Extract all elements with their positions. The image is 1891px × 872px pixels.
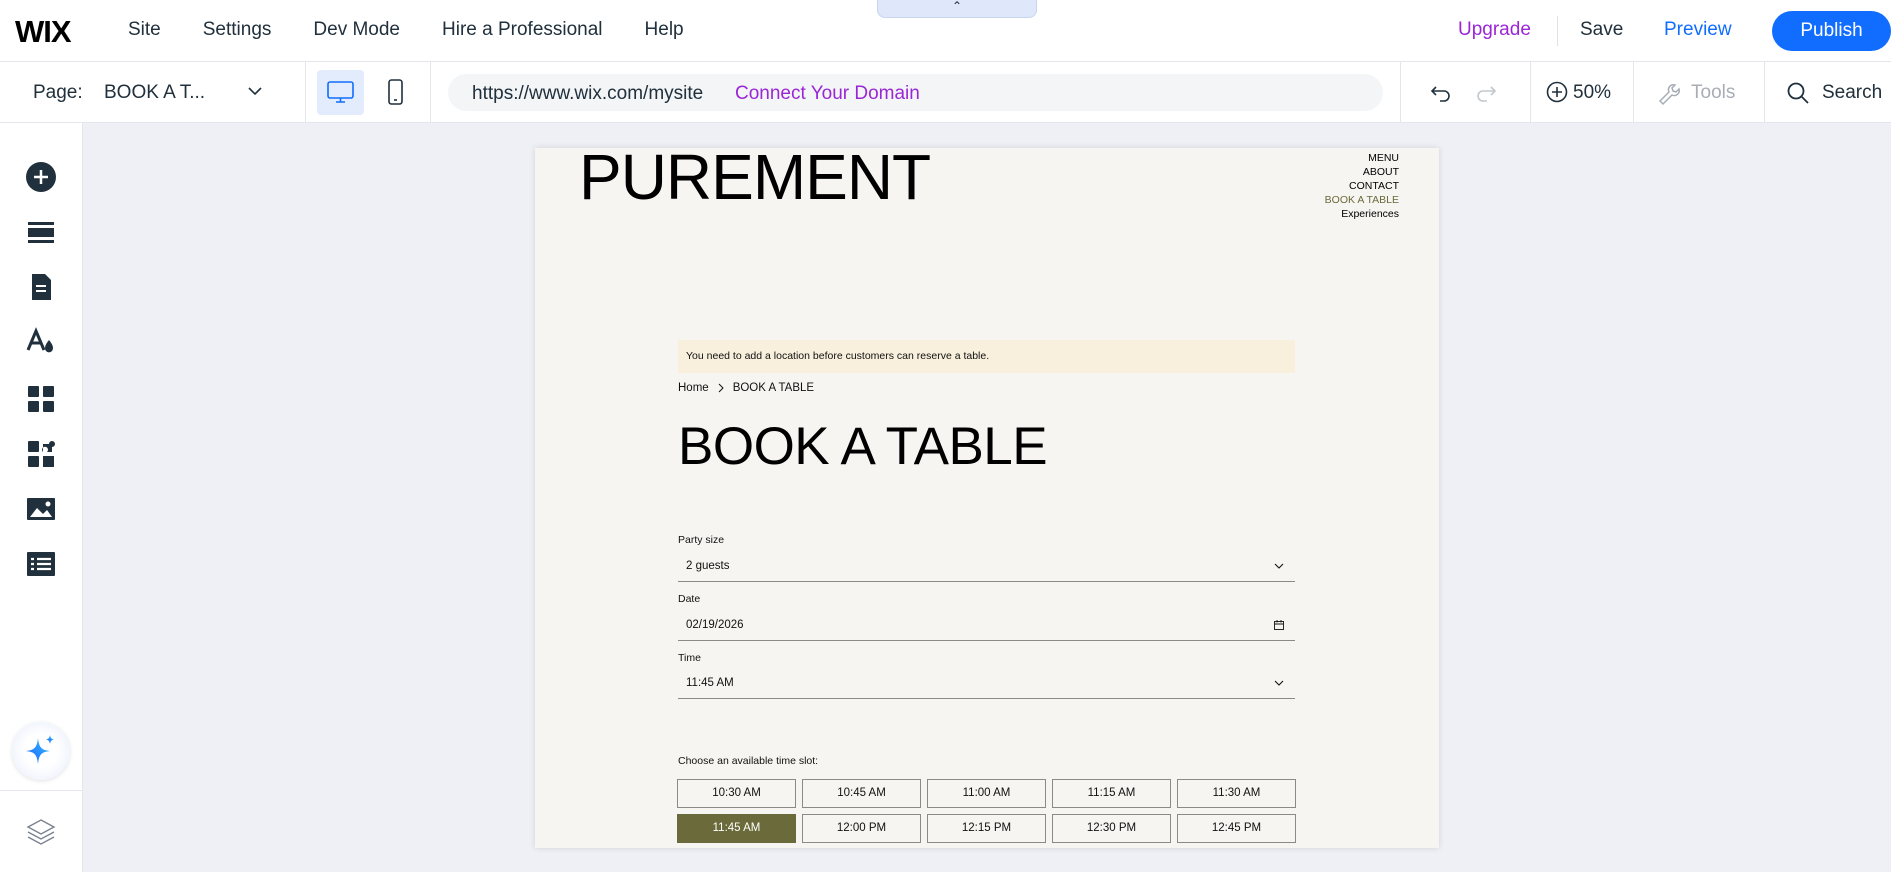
site-menu-item[interactable]: MENU xyxy=(1325,151,1399,165)
editor-top-bar: WIX Site Settings Dev Mode Hire a Profes… xyxy=(0,0,1891,62)
left-sidebar xyxy=(0,123,83,872)
site-menu-item[interactable]: CONTACT xyxy=(1325,179,1399,193)
redo-icon[interactable] xyxy=(1473,80,1499,106)
layers-icon[interactable] xyxy=(25,815,57,847)
time-slot-button-selected[interactable]: 11:45 AM xyxy=(677,814,796,843)
divider xyxy=(1400,62,1401,123)
location-notice: You need to add a location before custom… xyxy=(678,340,1295,373)
mobile-view-button[interactable] xyxy=(372,70,419,115)
site-menu-item-active[interactable]: BOOK A TABLE xyxy=(1325,193,1399,207)
top-nav: Site Settings Dev Mode Hire a Profession… xyxy=(128,19,726,41)
site-logo[interactable]: PUREMENT xyxy=(579,148,931,214)
media-icon[interactable] xyxy=(25,493,57,525)
time-slot-button[interactable]: 12:00 PM xyxy=(802,814,921,843)
chevron-down-icon[interactable] xyxy=(246,82,264,100)
preview-button[interactable]: Preview xyxy=(1664,19,1732,41)
sparkle-icon xyxy=(26,735,54,764)
site-canvas[interactable]: PUREMENT MENU ABOUT CONTACT BOOK A TABLE… xyxy=(535,148,1439,848)
mobile-icon xyxy=(388,79,403,105)
site-menu-item[interactable]: ABOUT xyxy=(1325,165,1399,179)
nav-site[interactable]: Site xyxy=(128,19,161,41)
time-slot-button[interactable]: 12:15 PM xyxy=(927,814,1046,843)
breadcrumb: Home BOOK A TABLE xyxy=(678,382,814,394)
date-value: 02/19/2026 xyxy=(686,619,744,631)
divider xyxy=(0,790,83,791)
business-apps-icon[interactable] xyxy=(25,438,57,470)
save-button[interactable]: Save xyxy=(1580,19,1623,41)
time-slot-button[interactable]: 11:30 AM xyxy=(1177,779,1296,808)
connect-domain-link[interactable]: Connect Your Domain xyxy=(735,83,920,105)
breadcrumb-home[interactable]: Home xyxy=(678,382,709,394)
editor-sub-bar: Page: BOOK A T... https://www.wix.com/my… xyxy=(0,62,1891,123)
nav-dev-mode[interactable]: Dev Mode xyxy=(313,19,400,41)
calendar-icon[interactable] xyxy=(1273,619,1285,631)
wrench-icon[interactable] xyxy=(1655,80,1681,106)
zoom-in-icon[interactable] xyxy=(1545,80,1569,104)
search-icon[interactable] xyxy=(1785,80,1811,106)
ai-assistant-button[interactable] xyxy=(12,722,70,780)
page-label: Page: xyxy=(33,82,83,103)
nav-help[interactable]: Help xyxy=(645,19,684,41)
party-size-label: Party size xyxy=(678,534,725,546)
party-size-dropdown[interactable]: 2 guests xyxy=(678,552,1295,582)
time-slot-button[interactable]: 11:00 AM xyxy=(927,779,1046,808)
date-label: Date xyxy=(678,593,701,605)
publish-button[interactable]: Publish xyxy=(1772,11,1891,51)
search-button[interactable]: Search xyxy=(1822,82,1882,104)
cms-icon[interactable] xyxy=(25,548,57,580)
divider xyxy=(1530,62,1531,123)
time-dropdown[interactable]: 11:45 AM xyxy=(678,669,1295,699)
site-menu: MENU ABOUT CONTACT BOOK A TABLE Experien… xyxy=(1325,151,1399,221)
collapse-toolbar-button[interactable]: ⌃ xyxy=(877,0,1037,18)
chevron-down-icon xyxy=(1274,563,1284,569)
page-selector[interactable]: BOOK A T... xyxy=(104,82,205,104)
page-title: BOOK A TABLE xyxy=(678,417,1048,476)
sections-icon[interactable] xyxy=(25,216,57,248)
chevron-right-icon xyxy=(718,383,724,393)
add-elements-icon[interactable] xyxy=(25,161,57,193)
time-slot-button[interactable]: 11:15 AM xyxy=(1052,779,1171,808)
site-url-bar: https://www.wix.com/mysite Connect Your … xyxy=(448,74,1383,111)
chevron-down-icon xyxy=(1274,680,1284,686)
time-slot-button[interactable]: 10:30 AM xyxy=(677,779,796,808)
desktop-icon xyxy=(327,81,354,103)
breadcrumb-current: BOOK A TABLE xyxy=(732,382,815,394)
desktop-view-button[interactable] xyxy=(317,70,364,115)
upgrade-link[interactable]: Upgrade xyxy=(1458,19,1531,41)
time-slot-button[interactable]: 12:45 PM xyxy=(1177,814,1296,843)
date-picker[interactable]: 02/19/2026 xyxy=(678,611,1295,641)
apps-icon[interactable] xyxy=(25,383,57,415)
site-menu-item[interactable]: Experiences xyxy=(1325,207,1399,221)
party-size-value: 2 guests xyxy=(686,560,730,572)
site-design-icon[interactable] xyxy=(25,326,57,358)
nav-hire-professional[interactable]: Hire a Professional xyxy=(442,19,603,41)
zoom-level[interactable]: 50% xyxy=(1573,82,1611,104)
time-value: 11:45 AM xyxy=(686,677,734,689)
time-slot-button[interactable]: 12:30 PM xyxy=(1052,814,1171,843)
time-slot-button[interactable]: 10:45 AM xyxy=(802,779,921,808)
tools-button[interactable]: Tools xyxy=(1691,82,1735,104)
wix-logo[interactable]: WIX xyxy=(15,14,72,50)
divider xyxy=(1557,16,1558,46)
nav-settings[interactable]: Settings xyxy=(203,19,272,41)
divider xyxy=(305,62,306,123)
time-slot-label: Choose an available time slot: xyxy=(678,755,819,767)
divider xyxy=(1633,62,1634,123)
pages-icon[interactable] xyxy=(25,271,57,303)
divider xyxy=(1764,62,1765,123)
time-label: Time xyxy=(678,652,701,664)
undo-icon[interactable] xyxy=(1428,80,1454,106)
divider xyxy=(430,62,431,123)
site-url: https://www.wix.com/mysite xyxy=(472,83,704,104)
